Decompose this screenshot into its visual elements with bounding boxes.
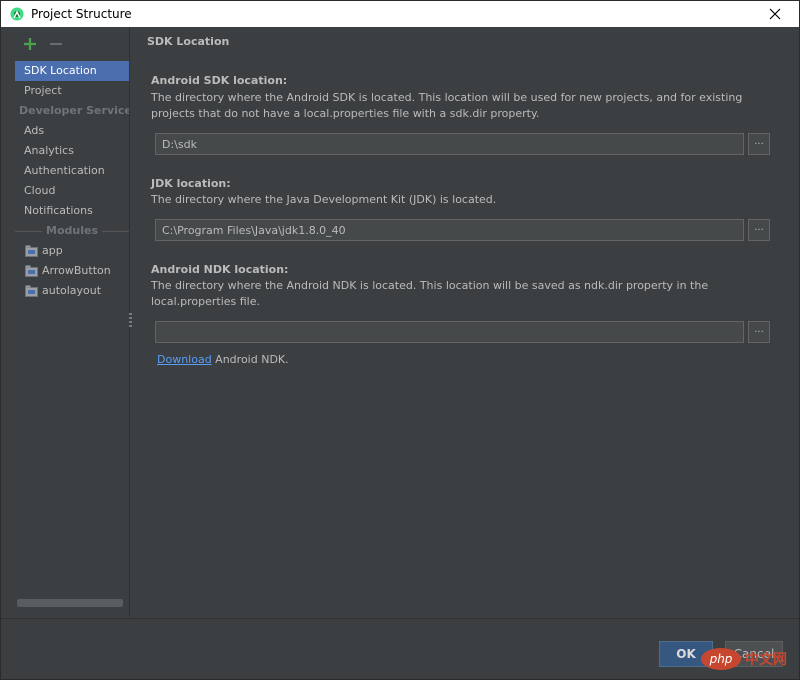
module-folder-icon [25, 265, 38, 277]
jdk-label: JDK location: [151, 177, 231, 190]
close-button[interactable] [755, 1, 795, 27]
sidebar-item-ads[interactable]: Ads [15, 121, 129, 141]
window-title: Project Structure [31, 7, 132, 21]
android-sdk-browse-button[interactable]: ... [748, 133, 770, 155]
module-label: ArrowButton [42, 264, 111, 277]
sdk-location-panel: SDK Location Android SDK location: The d… [133, 27, 793, 617]
sidebar-item-module-app[interactable]: app [15, 241, 129, 261]
sidebar-horizontal-scrollbar[interactable] [17, 599, 123, 607]
modules-header: Modules [15, 221, 129, 241]
android-studio-icon [10, 7, 24, 21]
modules-header-label: Modules [46, 224, 98, 237]
module-folder-icon [25, 285, 38, 297]
android-ndk-path-field[interactable] [155, 321, 744, 343]
android-ndk-description: The directory where the Android NDK is l… [151, 279, 709, 308]
section-title: SDK Location [147, 35, 230, 48]
sidebar-item-authentication[interactable]: Authentication [15, 161, 129, 181]
sidebar-toolbar [23, 37, 63, 53]
android-sdk-label: Android SDK location: [151, 74, 288, 87]
title-bar: Project Structure [1, 1, 799, 27]
close-icon [769, 8, 781, 20]
jdk-browse-button[interactable]: ... [748, 219, 770, 241]
sidebar-item-analytics[interactable]: Analytics [15, 141, 129, 161]
module-label: autolayout [42, 284, 102, 297]
watermark: php 中文网 [701, 645, 787, 673]
project-structure-dialog: Project Structure SDK Location Project D… [0, 0, 800, 680]
jdk-description: The directory where the Java Development… [151, 193, 497, 206]
download-ndk-row: Download Android NDK. [157, 353, 289, 366]
add-icon[interactable] [23, 37, 37, 51]
developer-services-header: Developer Services [19, 104, 129, 117]
sidebar-item-cloud[interactable]: Cloud [15, 181, 129, 201]
android-sdk-description: The directory where the Android SDK is l… [151, 91, 743, 120]
sidebar-item-module-arrowbutton[interactable]: ArrowButton [15, 261, 129, 281]
download-ndk-link[interactable]: Download [157, 353, 212, 366]
module-folder-icon [25, 245, 38, 257]
sidebar-item-project[interactable]: Project [15, 81, 129, 101]
android-ndk-browse-button[interactable]: ... [748, 321, 770, 343]
sidebar-item-module-autolayout[interactable]: autolayout [15, 281, 129, 301]
download-ndk-suffix: Android NDK. [211, 353, 289, 366]
remove-icon[interactable] [49, 37, 63, 51]
dialog-footer: OK Cancel [1, 618, 799, 680]
sidebar-item-notifications[interactable]: Notifications [15, 201, 129, 221]
sidebar-item-sdk-location[interactable]: SDK Location [15, 61, 129, 81]
jdk-path-field[interactable] [155, 219, 744, 241]
sidebar: SDK Location Project Developer Services … [15, 27, 130, 617]
android-sdk-path-field[interactable] [155, 133, 744, 155]
sidebar-nav: SDK Location Project Developer Services … [15, 61, 129, 301]
android-ndk-label: Android NDK location: [151, 263, 289, 276]
watermark-logo: php [701, 648, 741, 670]
watermark-text: 中文网 [745, 652, 787, 668]
module-label: app [42, 244, 63, 257]
